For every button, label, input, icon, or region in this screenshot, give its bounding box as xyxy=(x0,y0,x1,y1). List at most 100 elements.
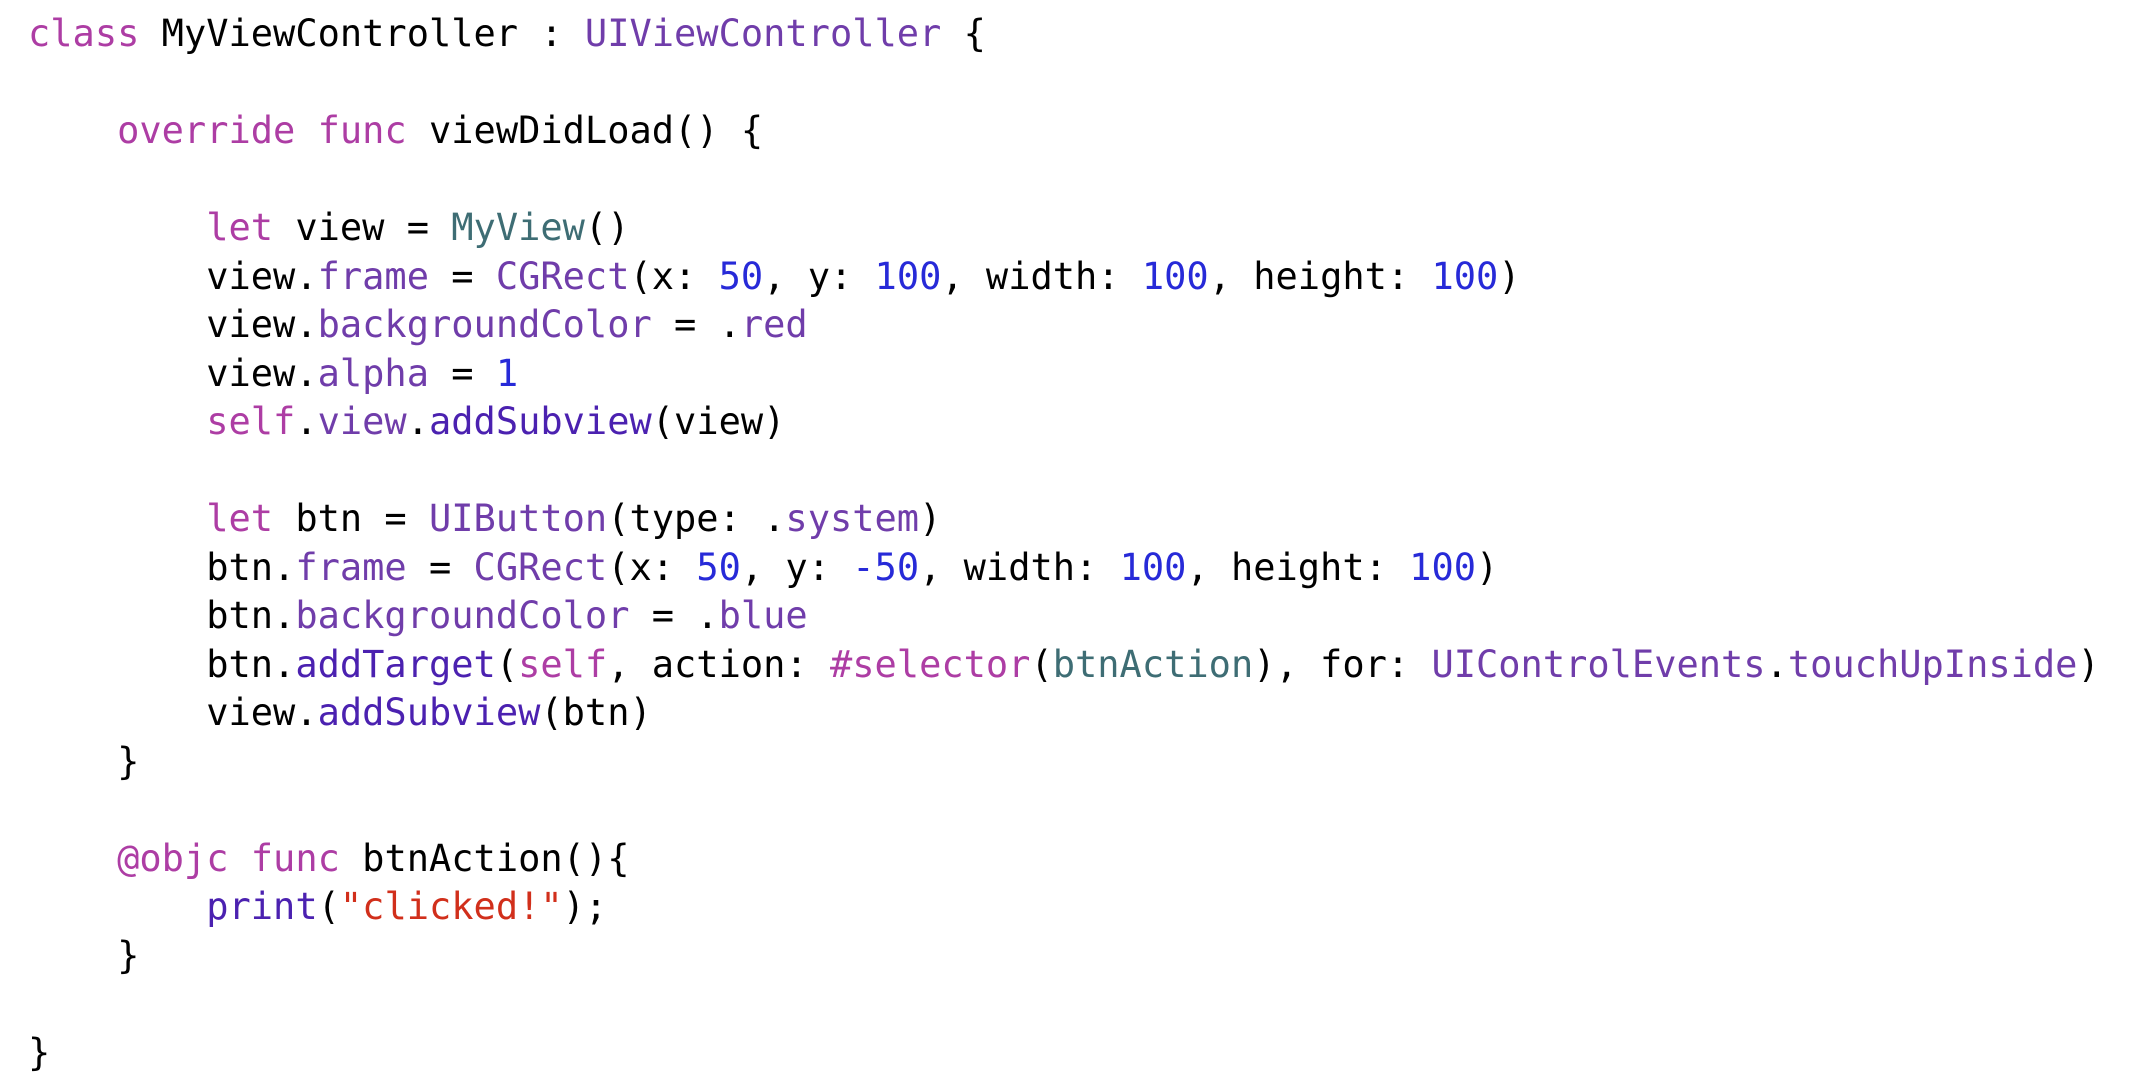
code-line: view.frame = CGRect(x: 50, y: 100, width… xyxy=(28,253,2100,302)
code-token-plain: } xyxy=(28,1031,50,1074)
code-line: } xyxy=(28,738,2100,787)
code-line: } xyxy=(28,1029,2100,1077)
code-token-keyword: self xyxy=(518,643,607,686)
code-token-type: frame xyxy=(295,546,406,589)
code-token-plain: , action: xyxy=(607,643,830,686)
code-token-plain: } xyxy=(117,740,139,783)
code-token-plain: (x: xyxy=(629,255,718,298)
code-line xyxy=(28,980,2100,1029)
code-line: view.backgroundColor = .red xyxy=(28,301,2100,350)
code-token-plain: (view) xyxy=(652,400,786,443)
code-token-plain: , y: xyxy=(741,546,852,589)
code-token-plain: , y: xyxy=(763,255,874,298)
code-token-plain: = xyxy=(407,546,474,589)
code-token-plain: = xyxy=(429,255,496,298)
code-token-plain: , height: xyxy=(1186,546,1409,589)
code-token-number: -50 xyxy=(852,546,919,589)
code-token-plain: (type: . xyxy=(607,497,785,540)
code-token-number: 100 xyxy=(1120,546,1187,589)
code-token-keyword: @objc xyxy=(117,837,228,880)
code-token-type: touchUpInside xyxy=(1788,643,2078,686)
code-line: btn.addTarget(self, action: #selector(bt… xyxy=(28,641,2100,690)
code-token-project-name: addSubview xyxy=(429,400,652,443)
code-line: btn.frame = CGRect(x: 50, y: -50, width:… xyxy=(28,544,2100,593)
code-token-keyword: override xyxy=(117,109,295,152)
code-token-plain: , width: xyxy=(919,546,1119,589)
code-indent xyxy=(28,546,206,589)
code-token-type: red xyxy=(741,303,808,346)
code-line: print("clicked!"); xyxy=(28,883,2100,932)
code-line xyxy=(28,786,2100,835)
code-line: btn.backgroundColor = .blue xyxy=(28,592,2100,641)
code-token-plain: view. xyxy=(206,255,317,298)
code-token-plain: ) xyxy=(1498,255,1520,298)
code-token-keyword: self xyxy=(206,400,295,443)
code-token-keyword: let xyxy=(206,206,273,249)
code-token-type: view xyxy=(318,400,407,443)
code-indent xyxy=(28,352,206,395)
code-token-plain: btn = xyxy=(273,497,429,540)
code-token-plain: viewDidLoad() { xyxy=(407,109,763,152)
code-token-type: UIViewController xyxy=(585,12,941,55)
code-token-plain: ( xyxy=(1030,643,1052,686)
code-indent xyxy=(28,885,206,928)
code-line: class MyViewController : UIViewControlle… xyxy=(28,10,2100,59)
code-indent xyxy=(28,934,117,977)
code-token-plain: . xyxy=(407,400,429,443)
code-token-plain: btnAction(){ xyxy=(340,837,630,880)
code-token-plain: . xyxy=(295,400,317,443)
code-line: let view = MyView() xyxy=(28,204,2100,253)
code-token-plain: = xyxy=(429,352,496,395)
code-token-plain: view. xyxy=(206,303,317,346)
code-token-plain xyxy=(295,109,317,152)
code-token-keyword: func xyxy=(251,837,340,880)
code-indent xyxy=(28,303,206,346)
code-token-type: backgroundColor xyxy=(295,594,629,637)
code-token-keyword: func xyxy=(318,109,407,152)
code-line: self.view.addSubview(view) xyxy=(28,398,2100,447)
code-line xyxy=(28,59,2100,108)
code-token-type: frame xyxy=(318,255,429,298)
code-indent xyxy=(28,400,206,443)
code-token-plain: view = xyxy=(273,206,451,249)
code-token-type: CGRect xyxy=(474,546,608,589)
code-line xyxy=(28,447,2100,496)
code-token-plain: } xyxy=(117,934,139,977)
code-token-plain: ( xyxy=(318,885,340,928)
code-token-project-name: addTarget xyxy=(295,643,495,686)
code-indent xyxy=(28,109,117,152)
code-token-plain: . xyxy=(1766,643,1788,686)
code-token-plain: ), for: xyxy=(1253,643,1431,686)
code-token-plain: = . xyxy=(652,303,741,346)
code-token-keyword: class xyxy=(28,12,139,55)
code-token-keyword: let xyxy=(206,497,273,540)
code-token-type: UIControlEvents xyxy=(1431,643,1765,686)
code-indent xyxy=(28,740,117,783)
code-token-number: 50 xyxy=(719,255,764,298)
code-line: @objc func btnAction(){ xyxy=(28,835,2100,884)
code-token-plain: btn. xyxy=(206,643,295,686)
code-indent xyxy=(28,255,206,298)
code-token-plain: , width: xyxy=(941,255,1141,298)
code-line: view.addSubview(btn) xyxy=(28,689,2100,738)
code-token-type: blue xyxy=(719,594,808,637)
code-token-plain: view. xyxy=(206,352,317,395)
code-token-number: 1 xyxy=(496,352,518,395)
code-token-plain: (x: xyxy=(607,546,696,589)
code-token-plain: ); xyxy=(563,885,608,928)
code-token-number: 100 xyxy=(1409,546,1476,589)
code-indent xyxy=(28,497,206,540)
code-token-project-name: addSubview xyxy=(318,691,541,734)
code-token-project-name: print xyxy=(206,885,317,928)
code-token-project-type: btnAction xyxy=(1053,643,1253,686)
code-token-plain: btn. xyxy=(206,594,295,637)
code-token-keyword: #selector xyxy=(830,643,1030,686)
code-editor[interactable]: class MyViewController : UIViewControlle… xyxy=(28,10,2100,1077)
code-line: } xyxy=(28,932,2100,981)
code-token-type: system xyxy=(785,497,919,540)
code-token-plain: ( xyxy=(496,643,518,686)
code-token-plain xyxy=(229,837,251,880)
code-token-plain: { xyxy=(941,12,986,55)
code-token-plain: ) xyxy=(1476,546,1498,589)
code-token-plain: MyViewController : xyxy=(139,12,585,55)
